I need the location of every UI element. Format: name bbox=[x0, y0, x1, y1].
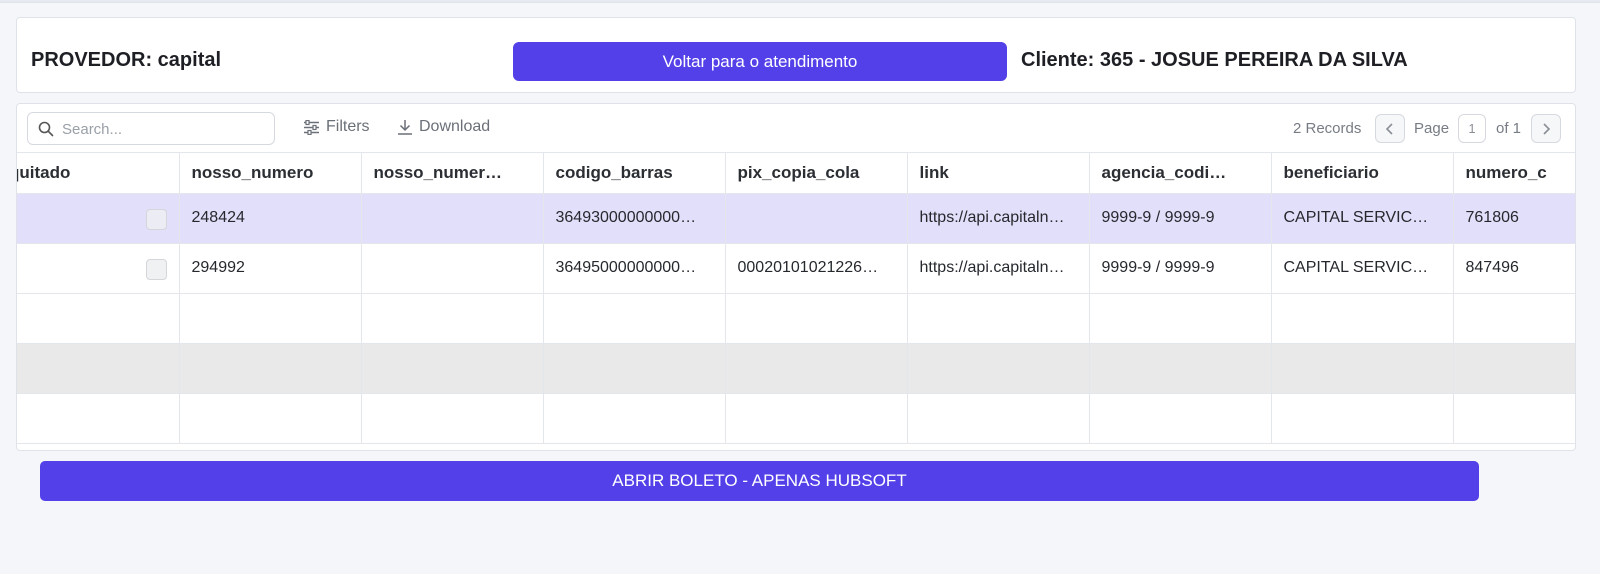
next-page-button[interactable] bbox=[1531, 114, 1561, 143]
data-grid: Filters Download 2 Records Page 1 of 1 bbox=[16, 103, 1576, 451]
table-cell: 847496 bbox=[1453, 243, 1575, 294]
column-header-nosso-numero-dv[interactable]: nosso_numer… bbox=[361, 153, 544, 194]
client-title: Cliente: 365 - JOSUE PEREIRA DA SILVA bbox=[1021, 49, 1408, 71]
table-header-row: quitado nosso_numero nosso_numer… codigo… bbox=[17, 153, 1575, 194]
open-boleto-button[interactable]: ABRIR BOLETO - APENAS HUBSOFT bbox=[40, 461, 1479, 501]
download-label: Download bbox=[419, 118, 491, 135]
search-icon bbox=[38, 121, 54, 137]
grid-toolbar: Filters Download 2 Records Page 1 of 1 bbox=[17, 104, 1575, 153]
chevron-left-icon bbox=[1385, 122, 1393, 135]
table-cell: https://api.capitaln… bbox=[907, 243, 1090, 294]
download-icon bbox=[398, 120, 412, 135]
column-header-agencia-codigo[interactable]: agencia_codi… bbox=[1089, 153, 1272, 194]
quitado-checkbox[interactable] bbox=[145, 258, 167, 280]
column-header-nosso-numero[interactable]: nosso_numero bbox=[179, 153, 362, 194]
table-cell bbox=[361, 243, 544, 294]
records-count: 2 Records bbox=[1293, 120, 1362, 137]
table-cell: 00020101021226… bbox=[725, 243, 908, 294]
column-header-numero[interactable]: numero_c bbox=[1453, 153, 1575, 194]
table-cell: CAPITAL SERVIC… bbox=[1271, 193, 1454, 244]
table-cell bbox=[725, 193, 908, 244]
previous-page-button[interactable] bbox=[1375, 114, 1405, 143]
table-cell: 36493000000000… bbox=[543, 193, 726, 244]
provider-title: PROVEDOR: capital bbox=[31, 49, 222, 71]
table-cell bbox=[361, 193, 544, 244]
table-cell-quitado bbox=[17, 193, 180, 244]
header-card: PROVEDOR: capital Voltar para o atendime… bbox=[16, 17, 1576, 93]
table-cell: 248424 bbox=[179, 193, 362, 244]
table-cell: 36495000000000… bbox=[543, 243, 726, 294]
column-header-codigo-barras[interactable]: codigo_barras bbox=[543, 153, 726, 194]
filters-label: Filters bbox=[326, 118, 370, 135]
quitado-checkbox[interactable] bbox=[145, 208, 167, 230]
column-header-link[interactable]: link bbox=[907, 153, 1090, 194]
chevron-right-icon bbox=[1543, 122, 1551, 135]
table-row[interactable]: 294992 36495000000000… 00020101021226… h… bbox=[17, 243, 1575, 294]
empty-table-row bbox=[17, 293, 1575, 344]
table-cell: https://api.capitaln… bbox=[907, 193, 1090, 244]
table-cell: 9999-9 / 9999-9 bbox=[1089, 193, 1272, 244]
page-label: Page bbox=[1414, 120, 1450, 137]
table-row[interactable]: 248424 36493000000000… https://api.capit… bbox=[17, 193, 1575, 244]
boletos-table: quitado nosso_numero nosso_numer… codigo… bbox=[17, 153, 1575, 444]
table-cell: 761806 bbox=[1453, 193, 1575, 244]
table-cell: 9999-9 / 9999-9 bbox=[1089, 243, 1272, 294]
search-input[interactable] bbox=[62, 118, 262, 140]
search-box[interactable] bbox=[27, 112, 275, 145]
column-header-quitado[interactable]: quitado bbox=[17, 153, 180, 194]
page-number-input[interactable]: 1 bbox=[1458, 114, 1486, 143]
download-button[interactable]: Download bbox=[397, 118, 490, 136]
table-cell-quitado bbox=[17, 243, 180, 294]
back-to-service-button[interactable]: Voltar para o atendimento bbox=[513, 42, 1007, 81]
filters-button[interactable]: Filters bbox=[303, 118, 370, 136]
empty-table-row bbox=[17, 393, 1575, 444]
column-header-pix-copia-cola[interactable]: pix_copia_cola bbox=[725, 153, 908, 194]
filters-icon bbox=[304, 119, 319, 135]
column-header-beneficiario[interactable]: beneficiario bbox=[1271, 153, 1454, 194]
empty-table-row bbox=[17, 343, 1575, 394]
top-divider bbox=[0, 0, 1600, 3]
table-cell: 294992 bbox=[179, 243, 362, 294]
total-pages-label: of 1 bbox=[1496, 120, 1522, 137]
table-cell: CAPITAL SERVIC… bbox=[1271, 243, 1454, 294]
